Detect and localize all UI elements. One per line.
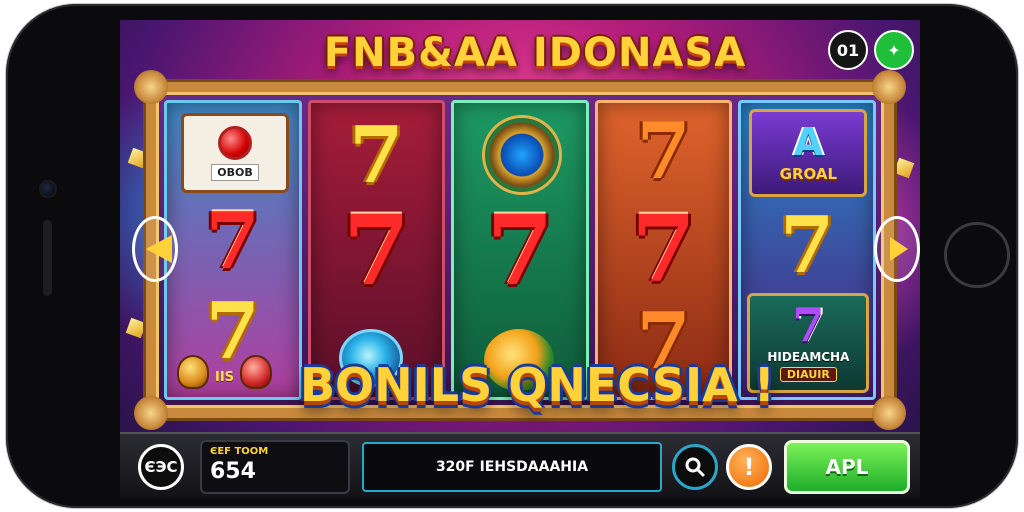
reel-5: A GROAL 7 7 HIDEAMCHA DIAUIR [738,100,876,400]
seven-symbol: 7 [631,195,696,303]
previous-arrow-icon[interactable] [132,216,178,282]
reel-3: 7 [451,100,589,400]
seven-symbol: 7 [342,194,410,307]
seven-symbol: 7 [205,196,260,287]
seven-symbol: 7 [349,110,404,201]
speaker-grill [43,220,52,296]
balance-label: ЄEF TOOM [210,446,269,457]
front-camera [39,180,57,198]
close-button[interactable]: ЄЭC [138,444,184,490]
card-letter: A [793,120,824,164]
reel-1: OBOB 7 7 IIS [164,100,302,400]
control-bar: ЄЭC ЄEF TOOM 654 320F IEHSDAAAHIA ! APL [120,432,920,498]
card-sublabel: DIAUIR [779,367,837,382]
balance-value: 654 [210,459,256,484]
bell-symbols: IIS [177,355,273,389]
frame-corner-ornament [134,70,168,104]
apply-button[interactable]: APL [784,440,910,494]
search-button[interactable] [672,444,718,490]
top-icon-group: 01 ✦ [828,30,914,70]
running-figure-icon[interactable]: ✦ [874,30,914,70]
bonus-banner: BONILS QNECSIA ! [300,358,775,412]
card-label: OBOB [211,163,259,181]
frame-corner-ornament [134,396,168,430]
game-title: FNB&AA IDONASA [323,30,747,76]
bell-icon [240,355,273,389]
reel-4: 7 7 7 [594,100,733,400]
home-button[interactable] [944,222,1010,288]
card-label: GROAL [779,165,838,183]
game-screen: FNB&AA IDONASA 01 ✦ OBOB 7 7 IIS 7 7 7 7… [120,20,920,498]
seven-symbol: 7 [486,194,554,307]
bell-label: IIS [215,370,235,385]
balance-display: ЄEF TOOM 654 [200,440,350,494]
seven-symbol: 7 [792,298,825,352]
red-orb-card-symbol: OBOB [181,113,289,193]
grand-a-card-symbol: A GROAL [749,109,868,197]
reel-2: 7 7 [307,100,446,400]
bell-icon [177,355,209,389]
frame-corner-ornament [872,70,906,104]
gem-medallion-symbol [482,115,563,195]
message-display: 320F IEHSDAAAHIA [362,442,662,492]
reel-grid: OBOB 7 7 IIS 7 7 7 7 7 7 A GROAL 7 7 HID… [164,100,876,400]
next-arrow-icon[interactable] [874,216,920,282]
card-label: HIDEAMCHA [767,350,850,364]
frame-corner-ornament [872,396,906,430]
phone-frame: FNB&AA IDONASA 01 ✦ OBOB 7 7 IIS 7 7 7 7… [6,4,1018,508]
seven-symbol: 7 [780,200,835,291]
red-orb-icon [218,125,252,160]
seven-symbol: 7 [636,106,691,197]
counter-badge[interactable]: 01 [828,30,868,70]
search-icon [685,457,705,477]
info-button[interactable]: ! [726,444,772,490]
